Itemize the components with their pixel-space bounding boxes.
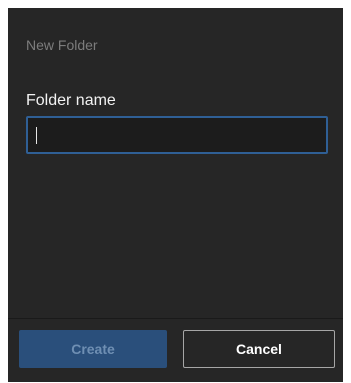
new-folder-dialog: New Folder Folder name Create Cancel bbox=[8, 8, 343, 382]
text-caret bbox=[36, 127, 37, 144]
cancel-button[interactable]: Cancel bbox=[183, 330, 335, 368]
create-button[interactable]: Create bbox=[19, 330, 167, 368]
footer-divider bbox=[8, 318, 343, 319]
folder-name-label: Folder name bbox=[26, 92, 116, 109]
dialog-title: New Folder bbox=[26, 37, 98, 53]
folder-name-input[interactable] bbox=[26, 116, 328, 154]
